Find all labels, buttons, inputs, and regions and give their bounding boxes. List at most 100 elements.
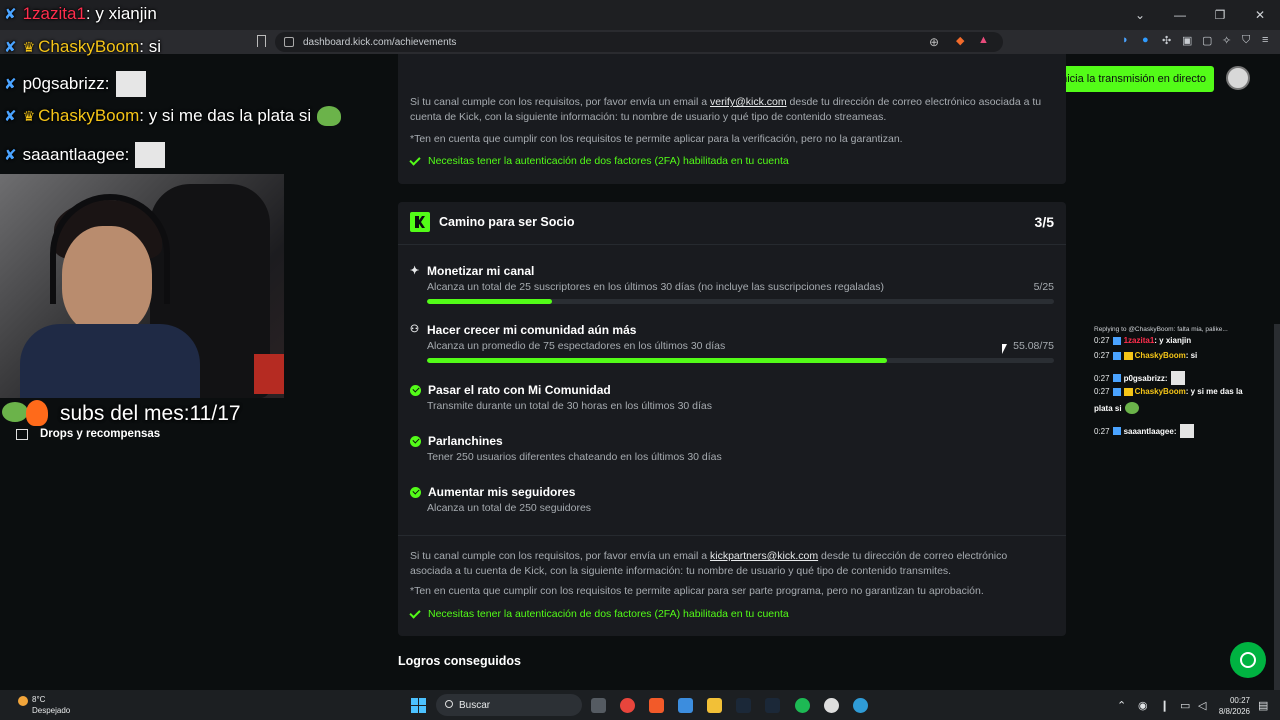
emote-icon xyxy=(135,142,166,168)
overlay-chat-message: ✘ p0gsabrizz: xyxy=(4,71,146,97)
crown-icon: ♛ xyxy=(22,107,36,124)
network-icon[interactable]: ▭ xyxy=(1180,699,1190,712)
partner-path-card: Camino para ser Socio 3/5 ✦ Monetizar mi … xyxy=(398,202,1066,636)
chat-time: 0:27 xyxy=(1094,336,1110,345)
partner-2fa-text: Necesitas tener la autenticación de dos … xyxy=(428,608,789,620)
overlay-chat-message: ✘ saaantlaagee: xyxy=(4,142,166,168)
menu-icon[interactable]: ≡ xyxy=(1262,34,1268,46)
discord-icon[interactable]: ◉ xyxy=(1138,699,1148,712)
taskbar-search[interactable]: Buscar xyxy=(436,694,582,716)
minimize-button[interactable]: — xyxy=(1160,0,1200,30)
check-icon xyxy=(409,153,421,166)
partner-email-link[interactable]: kickpartners@kick.com xyxy=(710,550,818,562)
crown-icon xyxy=(1123,387,1133,396)
emote-icon xyxy=(1170,371,1185,385)
partner-card-title: Camino para ser Socio xyxy=(439,215,575,229)
start-button[interactable] xyxy=(411,698,426,713)
chat-time: 0:27 xyxy=(1094,426,1110,436)
overlay-chat-text: : si xyxy=(139,37,161,56)
brave-rewards-icon[interactable]: ▲ xyxy=(978,34,989,46)
app-icon[interactable] xyxy=(853,698,868,713)
chat-text: : y si me das la xyxy=(1185,387,1243,396)
weather-desc: Despejado xyxy=(32,706,71,715)
audio-icon[interactable]: ◗ xyxy=(1122,34,1129,46)
tab-list-icon[interactable]: ⌄ xyxy=(1120,0,1160,30)
chat-text: : xyxy=(1173,426,1177,436)
puzzle-icon[interactable]: ✣ xyxy=(1162,34,1171,47)
scrollbar[interactable] xyxy=(1274,324,1280,690)
partner-note: *Ten en cuenta que cumplir con los requi… xyxy=(410,585,984,597)
maximize-button[interactable]: ❐ xyxy=(1200,0,1240,30)
progress-bar xyxy=(427,358,1054,363)
overlay-username: ChaskyBoom xyxy=(38,106,140,125)
notifications-icon[interactable]: ▤ xyxy=(1258,699,1268,712)
zoom-icon[interactable]: ⊕ xyxy=(929,35,939,49)
chat-message: 0:27 ChaskyBoom: y si me das la xyxy=(1094,387,1243,396)
sword-icon: ✘ xyxy=(4,76,17,93)
requirement-item: Aumentar mis seguidores Alcanza un total… xyxy=(410,485,1054,514)
emote-icon xyxy=(1179,424,1194,438)
store-icon[interactable] xyxy=(678,698,693,713)
task-view-icon[interactable] xyxy=(591,698,606,713)
file-explorer-icon[interactable] xyxy=(707,698,722,713)
frog-emote-icon xyxy=(2,402,28,422)
chat-username: saaantlaagee xyxy=(1123,426,1174,436)
wallet-icon[interactable]: ▢ xyxy=(1202,34,1212,47)
chat-time: 0:27 xyxy=(1094,387,1110,396)
verification-2fa-requirement: Necesitas tener la autenticación de dos … xyxy=(409,153,789,167)
overlay-chat-text: : y xianjin xyxy=(85,4,157,23)
people-icon: ⚇ xyxy=(410,324,419,335)
weather-icon xyxy=(18,696,28,706)
check-circle-icon xyxy=(410,435,421,447)
sword-icon: ✘ xyxy=(4,6,17,23)
clock-date: 8/8/2026 xyxy=(1218,707,1250,716)
extension-icon[interactable]: ● xyxy=(1142,34,1149,46)
close-button[interactable]: ✕ xyxy=(1240,0,1280,30)
verification-note: *Ten en cuenta que cumplir con los requi… xyxy=(410,133,903,145)
weather-temp: 8°C xyxy=(32,695,46,704)
divider xyxy=(398,244,1066,245)
vpn-icon[interactable]: ⛉ xyxy=(1242,34,1250,47)
spotify-icon[interactable] xyxy=(795,698,810,713)
chat-message: 0:27 1zazita1: y xianjin xyxy=(1094,336,1191,345)
chat-reply-label: Replying to @ChaskyBoom: falta mia, pali… xyxy=(1094,326,1228,333)
sidebar-icon[interactable]: ▣ xyxy=(1182,34,1192,47)
partner-card-header: Camino para ser Socio 3/5 xyxy=(410,210,1054,234)
window-controls: ⌄ — ❐ ✕ xyxy=(1120,0,1280,30)
help-chat-button[interactable] xyxy=(1230,642,1266,678)
weather-widget[interactable]: 8°C Despejado xyxy=(18,694,70,716)
brave-icon[interactable] xyxy=(649,698,664,713)
brave-shield-icon[interactable]: ◆ xyxy=(956,34,964,47)
overlay-username: 1zazita1 xyxy=(22,4,86,23)
steam-icon-2[interactable] xyxy=(765,698,780,713)
steam-icon[interactable] xyxy=(736,698,751,713)
start-stream-label: Inicia la transmisión en directo xyxy=(1058,73,1206,85)
tray-overflow-icon[interactable]: ⌃ xyxy=(1117,699,1126,712)
volume-icon[interactable]: ◁ xyxy=(1198,699,1206,712)
background-object xyxy=(254,354,284,394)
windows-taskbar: 8°C Despejado Buscar ⌃ ◉ ❙ ▭ ◁ 00:27 8/8… xyxy=(0,690,1280,720)
obs-icon[interactable] xyxy=(824,698,839,713)
clock[interactable]: 00:27 8/8/2026 xyxy=(1219,695,1250,717)
requirement-desc: Tener 250 usuarios diferentes chateando … xyxy=(427,451,722,463)
verify-email-link[interactable]: verify@kick.com xyxy=(710,96,787,108)
leo-icon[interactable]: ✧ xyxy=(1222,34,1231,47)
requirement-desc: Alcanza un promedio de 75 espectadores e… xyxy=(427,340,726,352)
frog-emote-icon xyxy=(1124,402,1139,414)
sparkle-icon: ✦ xyxy=(410,265,420,277)
avatar[interactable] xyxy=(1226,66,1250,90)
requirement-title: Pasar el rato con Mi Comunidad xyxy=(428,383,611,397)
chrome-icon[interactable] xyxy=(620,698,635,713)
partner-progress-count: 3/5 xyxy=(1034,214,1054,230)
overlay-chat-text: : xyxy=(104,74,110,93)
frog-emote-icon xyxy=(317,106,342,126)
mic-icon[interactable]: ❙ xyxy=(1160,699,1169,712)
overlay-chat-text: : xyxy=(124,145,130,164)
requirement-title: Hacer crecer mi comunidad aún más xyxy=(427,323,637,337)
overlay-chat-message: ✘ ♛ ChaskyBoom: si xyxy=(4,37,161,57)
overlay-username: saaantlaagee xyxy=(22,145,125,164)
verification-card: Si tu canal cumple con los requisitos, p… xyxy=(398,54,1066,184)
overlay-username: p0gsabrizz xyxy=(22,74,105,93)
search-icon xyxy=(445,700,453,708)
chat-time: 0:27 xyxy=(1094,373,1110,383)
